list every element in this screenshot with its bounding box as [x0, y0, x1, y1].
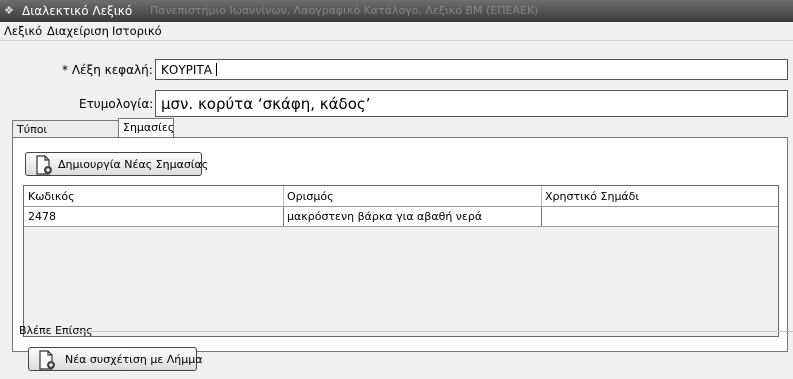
cell-code[interactable]: 2478: [28, 210, 56, 223]
menu-istoriko[interactable]: Ιστορικό: [112, 24, 162, 38]
menu-bar: Λεξικό Διαχείριση Ιστορικό: [0, 22, 793, 40]
window-subtitle: Πανεπιστήμιο Ιωαννίνων, Λαογραφικό Κατάλ…: [150, 4, 539, 17]
create-meaning-label: Δημιουργία Νέας Σημασίας: [58, 158, 209, 171]
see-also-group: Βλέπε Επίσης Νέα συσχέτιση με Λήμμα: [12, 324, 793, 379]
tab-realization-types[interactable]: Τύποι Πραγμάτωσης: [12, 120, 120, 149]
new-relation-label: Νέα συσχέτιση με Λήμμα: [65, 353, 203, 366]
etymology-value: μσν. κορύτα ‘σκάφη, κάδος’: [161, 95, 371, 113]
window-title: Διαλεκτικό Λεξικό: [22, 4, 133, 18]
grid-header: Κωδικός Ορισμός Χρηστικό Σημάδι: [24, 186, 778, 207]
cell-definition[interactable]: μακρόστενη βάρκα για αβαθή νερά: [287, 210, 482, 223]
menu-lexiko[interactable]: Λεξικό: [4, 24, 42, 38]
group-divider: [74, 331, 793, 332]
new-relation-button[interactable]: Νέα συσχέτιση με Λήμμα: [28, 347, 203, 371]
etymology-label: Ετυμολογία:: [79, 97, 154, 111]
meanings-grid: Κωδικός Ορισμός Χρηστικό Σημάδι 2478 μακ…: [23, 185, 779, 337]
headword-input[interactable]: ΚΟΥΡΙΤΑ: [155, 59, 788, 80]
cell-separator: [283, 207, 284, 226]
app-icon: ❖: [4, 4, 14, 17]
column-separator[interactable]: [541, 186, 542, 206]
column-separator[interactable]: [283, 186, 284, 206]
app-window: ❖ Διαλεκτικό Λεξικό Πανεπιστήμιο Ιωαννίν…: [0, 0, 793, 379]
tab-meanings[interactable]: Σημασίες: [118, 118, 174, 137]
new-document-icon: [39, 350, 55, 370]
column-header-usage-mark[interactable]: Χρηστικό Σημάδι: [545, 190, 639, 203]
column-header-definition[interactable]: Ορισμός: [287, 190, 334, 203]
main-content: * Λέξη κεφαλή: ΚΟΥΡΙΤΑ Ετυμολογία: μσν. …: [0, 40, 793, 379]
text-cursor: [216, 63, 217, 76]
cell-separator: [541, 207, 542, 226]
create-meaning-button[interactable]: Δημιουργία Νέας Σημασίας: [25, 152, 208, 176]
title-bar: ❖ Διαλεκτικό Λεξικό Πανεπιστήμιο Ιωαννίν…: [0, 0, 793, 22]
meanings-panel: Δημιουργία Νέας Σημασίας Κωδικός Ορισμός…: [12, 137, 788, 352]
menu-diaxeirisi[interactable]: Διαχείριση: [47, 24, 109, 38]
new-document-icon: [36, 155, 52, 175]
etymology-input[interactable]: μσν. κορύτα ‘σκάφη, κάδος’: [155, 90, 788, 117]
headword-label: * Λέξη κεφαλή:: [62, 63, 153, 77]
column-header-code[interactable]: Κωδικός: [28, 190, 75, 203]
headword-value: ΚΟΥΡΙΤΑ: [161, 63, 212, 77]
table-row[interactable]: 2478 μακρόστενη βάρκα για αβαθή νερά: [24, 207, 778, 227]
